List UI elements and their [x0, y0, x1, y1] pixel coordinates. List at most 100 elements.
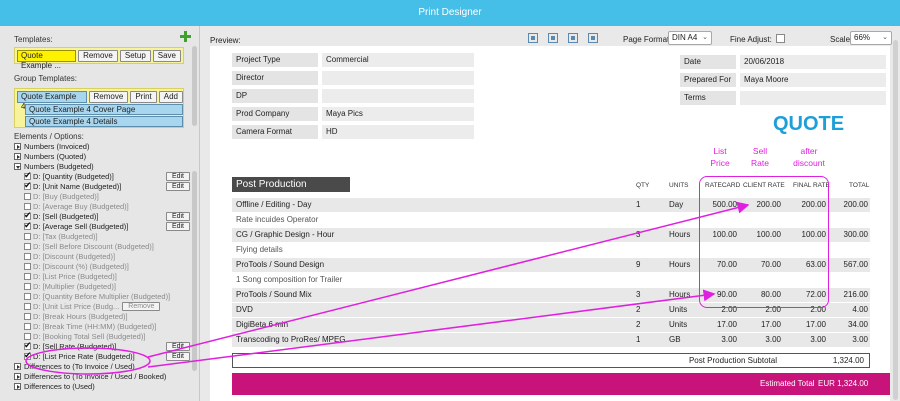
element-item[interactable]: D: [Sell Before Discount (Budgeted)]	[14, 241, 190, 251]
element-item[interactable]: D: [Booking Total Sell (Budgeted)]	[14, 331, 190, 341]
element-group[interactable]: Numbers (Invoiced)	[14, 141, 190, 151]
element-item[interactable]: D: [Unit Name (Budgeted)] Edit	[14, 180, 190, 191]
left-scrollbar-top[interactable]	[192, 46, 197, 126]
template-remove-button[interactable]: Remove	[78, 49, 118, 62]
group-item-cover-page[interactable]: Quote Example 4 Cover Page	[25, 104, 183, 115]
disclosure-closed-icon[interactable]	[14, 382, 21, 390]
element-edit-button[interactable]: Edit	[165, 351, 190, 361]
scale-select[interactable]: 66% ⌄	[850, 31, 892, 45]
element-checkbox[interactable]	[24, 252, 31, 260]
subtotal-label: Post Production Subtotal	[688, 356, 777, 365]
element-group[interactable]: Differences to (Used)	[14, 381, 190, 391]
element-item[interactable]: D: [Unit List Price (Budg... Remove	[14, 301, 190, 311]
element-item[interactable]: D: [Discount (Budgeted)]	[14, 251, 190, 261]
element-checkbox[interactable]	[24, 210, 32, 221]
estimated-total-value: EUR 1,324.00	[818, 379, 869, 388]
element-checkbox[interactable]	[24, 322, 31, 330]
info-value-dp	[322, 89, 474, 103]
template-save-button[interactable]: Save	[152, 49, 181, 62]
cell-qty: 1	[636, 335, 641, 344]
info-value-camera-format: HD	[322, 125, 474, 139]
cell-desc: Flying details	[236, 245, 283, 254]
element-checkbox[interactable]	[24, 350, 32, 361]
preview-scrollbar[interactable]	[893, 40, 898, 400]
element-checkbox[interactable]	[24, 282, 31, 290]
disclosure-closed-icon[interactable]	[14, 142, 21, 150]
element-label: D: [Discount (Budgeted)]	[33, 251, 116, 261]
element-item[interactable]: D: [Quantity (Budgeted)] Edit	[14, 170, 190, 181]
element-item[interactable]: D: [Break Time (HH:MM) (Budgeted)]	[14, 321, 190, 331]
annotation-sell-rate: Sell Rate	[744, 145, 776, 169]
group-print-button[interactable]: Print	[130, 91, 157, 103]
estimated-total-bar: Estimated Total EUR 1,324.00	[232, 373, 890, 395]
element-checkbox[interactable]	[24, 302, 31, 310]
element-remove-button[interactable]: Remove	[122, 301, 161, 311]
fine-adjust-checkbox[interactable]	[776, 34, 785, 43]
disclosure-closed-icon[interactable]	[14, 362, 21, 370]
element-item[interactable]: D: [List Price Rate (Budgeted)] Edit	[14, 350, 190, 361]
element-label: D: [Break Time (HH:MM) (Budgeted)]	[33, 321, 157, 331]
template-setup-button[interactable]: Setup	[119, 49, 151, 62]
element-item[interactable]: D: [Tax (Budgeted)]	[14, 231, 190, 241]
element-group[interactable]: Numbers (Quoted)	[14, 151, 190, 161]
element-item[interactable]: D: [List Price (Budgeted)]	[14, 271, 190, 281]
element-checkbox[interactable]	[24, 262, 31, 270]
element-checkbox[interactable]	[24, 272, 31, 280]
element-checkbox[interactable]	[24, 312, 31, 320]
element-edit-button[interactable]: Edit	[165, 211, 190, 221]
chevron-down-icon: ⌄	[702, 34, 708, 41]
element-item[interactable]: D: [Average Sell (Budgeted)] Edit	[14, 220, 190, 231]
element-checkbox[interactable]	[24, 242, 31, 250]
element-edit-button[interactable]: Edit	[165, 171, 190, 181]
element-label: D: [Unit List Price (Budg...	[33, 301, 120, 311]
element-group[interactable]: Differences to (To Invoice / Used)	[14, 361, 190, 371]
add-template-plus-icon[interactable]	[180, 31, 191, 42]
page-format-select[interactable]: DIN A4 ⌄	[668, 31, 712, 45]
element-edit-button[interactable]: Edit	[165, 221, 190, 231]
element-edit-button[interactable]: Edit	[165, 181, 190, 191]
element-checkbox[interactable]	[24, 332, 31, 340]
align-right-icon[interactable]	[568, 33, 578, 43]
element-checkbox[interactable]	[24, 340, 32, 351]
element-item[interactable]: D: [Break Hours (Budgeted)]	[14, 311, 190, 321]
element-item[interactable]: D: [Sell Rate (Budgeted)] Edit	[14, 340, 190, 351]
cell-total: 216.00	[843, 290, 868, 299]
align-bottom-icon[interactable]	[588, 33, 598, 43]
element-edit-button[interactable]: Edit	[165, 341, 190, 351]
elements-label: Elements / Options:	[14, 132, 84, 141]
align-left-icon[interactable]	[528, 33, 538, 43]
element-item[interactable]: D: [Average Buy (Budgeted)]	[14, 201, 190, 211]
element-item[interactable]: D: [Multiplier (Budgeted)]	[14, 281, 190, 291]
element-checkbox[interactable]	[24, 170, 32, 181]
cell-units: Hours	[669, 290, 691, 299]
template-selected[interactable]: Quote Example ...	[17, 49, 77, 70]
element-item[interactable]: D: [Discount (%) (Budgeted)]	[14, 261, 190, 271]
group-selected[interactable]: Quote Example 4 ...	[17, 91, 87, 111]
cell-units: Hours	[669, 230, 691, 239]
estimated-total-label: Estimated Total	[760, 379, 815, 388]
element-group[interactable]: Numbers (Budgeted)	[14, 161, 190, 171]
element-checkbox[interactable]	[24, 220, 32, 231]
element-item[interactable]: D: [Quantity Before Multiplier (Budgeted…	[14, 291, 190, 301]
align-center-icon[interactable]	[548, 33, 558, 43]
disclosure-closed-icon[interactable]	[14, 152, 21, 160]
cell-total: 4.00	[852, 305, 868, 314]
disclosure-open-icon[interactable]	[14, 162, 21, 170]
element-item[interactable]: D: [Sell (Budgeted)] Edit	[14, 210, 190, 221]
group-item-details[interactable]: Quote Example 4 Details	[25, 116, 183, 127]
col-units: UNITS	[669, 182, 689, 189]
left-panel: Templates: Quote Example ... Remove Setu…	[0, 26, 200, 401]
element-checkbox[interactable]	[24, 232, 31, 240]
element-checkbox[interactable]	[24, 192, 31, 200]
element-checkbox[interactable]	[24, 180, 32, 191]
element-group[interactable]: Differences to (To Invoice / Used / Book…	[14, 371, 190, 381]
element-checkbox[interactable]	[24, 202, 31, 210]
table-row: Transcoding to ProRes/ MPEG 1 GB 3.00 3.00 3.…	[232, 333, 870, 347]
group-remove-button[interactable]: Remove	[88, 91, 129, 103]
group-add-button[interactable]: Add	[158, 91, 183, 103]
disclosure-closed-icon[interactable]	[14, 372, 21, 380]
element-checkbox[interactable]	[24, 292, 31, 300]
left-scrollbar-bottom[interactable]	[192, 171, 197, 371]
element-item[interactable]: D: [Buy (Budgeted)]	[14, 191, 190, 201]
element-label: D: [Quantity (Budgeted)]	[33, 171, 114, 181]
